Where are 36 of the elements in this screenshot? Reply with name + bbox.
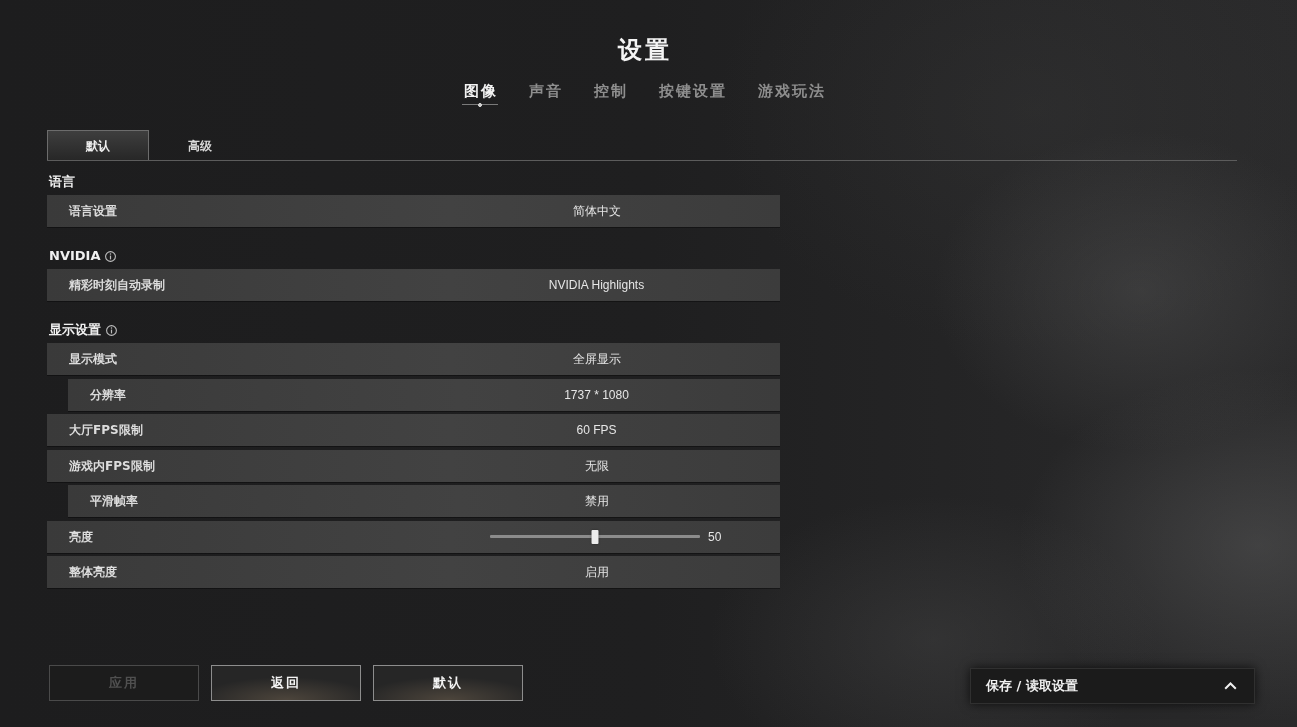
section-title: 语言 [49,173,75,191]
setting-label: 整体亮度 [69,564,117,580]
action-button[interactable]: 返回 [211,665,361,701]
action-button[interactable]: 默认 [373,665,523,701]
page-title: 设置 [616,35,672,66]
setting-value[interactable]: NVIDIA Highlights [548,277,645,293]
tab[interactable]: 游戏玩法 [755,81,826,107]
tab[interactable]: 声音 [526,81,563,107]
setting-label: 显示模式 [69,351,117,367]
slider-thumb[interactable] [591,529,599,544]
section-title: NVIDIA [49,247,101,265]
setting-label: 平滑帧率 [90,493,138,509]
tab[interactable]: 控制 [591,81,628,107]
info-icon[interactable] [105,250,117,262]
setting-label: 大厅FPS限制 [69,422,143,438]
slider-value: 50 [708,528,722,545]
setting-label: 分辨率 [90,386,126,403]
subtab[interactable]: 默认 [47,130,149,160]
caret-up-icon [1224,682,1237,690]
setting-value[interactable]: 简体中文 [572,203,621,219]
setting-value[interactable]: 全屏显示 [572,351,621,367]
save-load-dropdown[interactable]: 保存 / 读取设置 [970,668,1255,704]
setting-value[interactable]: 60 FPS [576,422,617,438]
setting-label: 游戏内FPS限制 [69,457,155,474]
setting-value[interactable]: 1737 * 1080 [564,386,629,403]
subtab[interactable]: 高级 [149,130,251,160]
tab[interactable]: 图像 [461,81,498,107]
tab[interactable]: 按键设置 [656,81,727,107]
section-title: 显示设置 [49,321,101,339]
setting-value[interactable]: 启用 [584,564,609,580]
setting-label: 亮度 [69,528,93,545]
setting-value[interactable]: 无限 [584,457,609,474]
setting-label: 语言设置 [69,203,117,219]
setting-label: 精彩时刻自动录制 [69,277,165,293]
setting-value[interactable]: 禁用 [584,493,609,509]
info-icon[interactable] [106,324,117,336]
